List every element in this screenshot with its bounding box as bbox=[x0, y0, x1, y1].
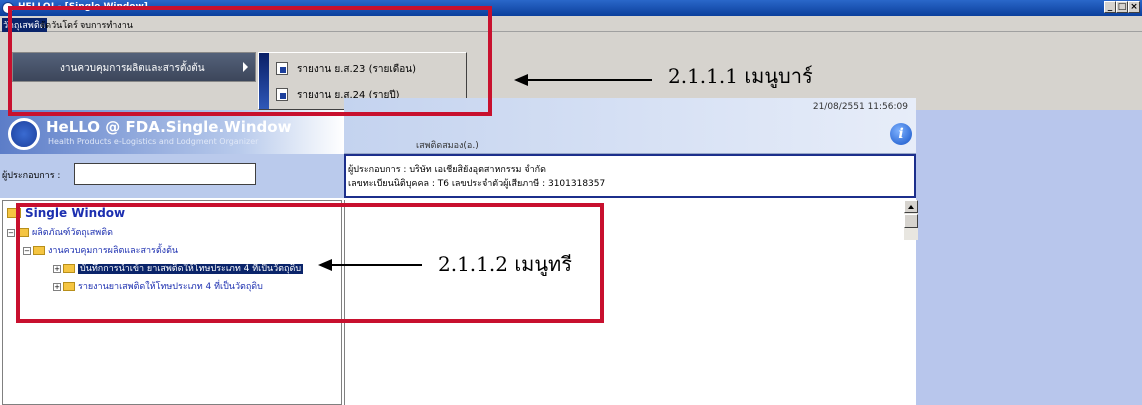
annotation-arrow-line bbox=[526, 79, 652, 81]
logo-banner: HeLLO @ FDA.Single.Window Health Product… bbox=[0, 110, 344, 154]
annotation-arrow-line bbox=[330, 264, 422, 266]
fda-logo-icon bbox=[8, 118, 40, 150]
window-controls: _ □ × bbox=[1104, 1, 1140, 13]
info-icon[interactable]: i bbox=[890, 123, 912, 145]
logo-tagline: Health Products e-Logistics and Lodgment… bbox=[48, 137, 259, 146]
operator-label: ผู้ประกอบการ : bbox=[2, 171, 61, 181]
right-sidebar bbox=[916, 110, 1142, 405]
close-button[interactable]: × bbox=[1128, 1, 1140, 13]
vertical-scrollbar[interactable] bbox=[904, 200, 918, 240]
annotation-tree-label: 2.1.1.2 เมนูทรี bbox=[438, 252, 572, 276]
datetime-label: 21/08/2551 11:56:09 bbox=[812, 102, 908, 112]
operator-info: ผู้ประกอบการ : บริษัท เอเชียสิยังอุตสาหก… bbox=[344, 154, 916, 198]
scroll-thumb[interactable] bbox=[904, 214, 918, 228]
operator-search: ผู้ประกอบการ : bbox=[0, 154, 344, 198]
annotation-menubar-label: 2.1.1.1 เมนูบาร์ bbox=[668, 64, 813, 88]
collapse-icon[interactable]: − bbox=[7, 228, 15, 237]
operator-input[interactable] bbox=[74, 163, 256, 185]
company-line: ผู้ประกอบการ : บริษัท เอเชียสิยังอุตสาหก… bbox=[348, 165, 546, 175]
annotation-box-menubar bbox=[8, 6, 492, 116]
logo-text: HeLLO @ FDA.Single.Window bbox=[46, 118, 292, 136]
minimize-button[interactable]: _ bbox=[1104, 1, 1116, 13]
tax-line: เลขทะเบียนนิติบุคคล : T6 เลขประจำตัวผู้เ… bbox=[348, 179, 606, 189]
maximize-button[interactable]: □ bbox=[1116, 1, 1128, 13]
department-label: เสพติดสมอง(อ.) bbox=[416, 141, 479, 151]
scroll-up-button[interactable] bbox=[904, 200, 918, 213]
